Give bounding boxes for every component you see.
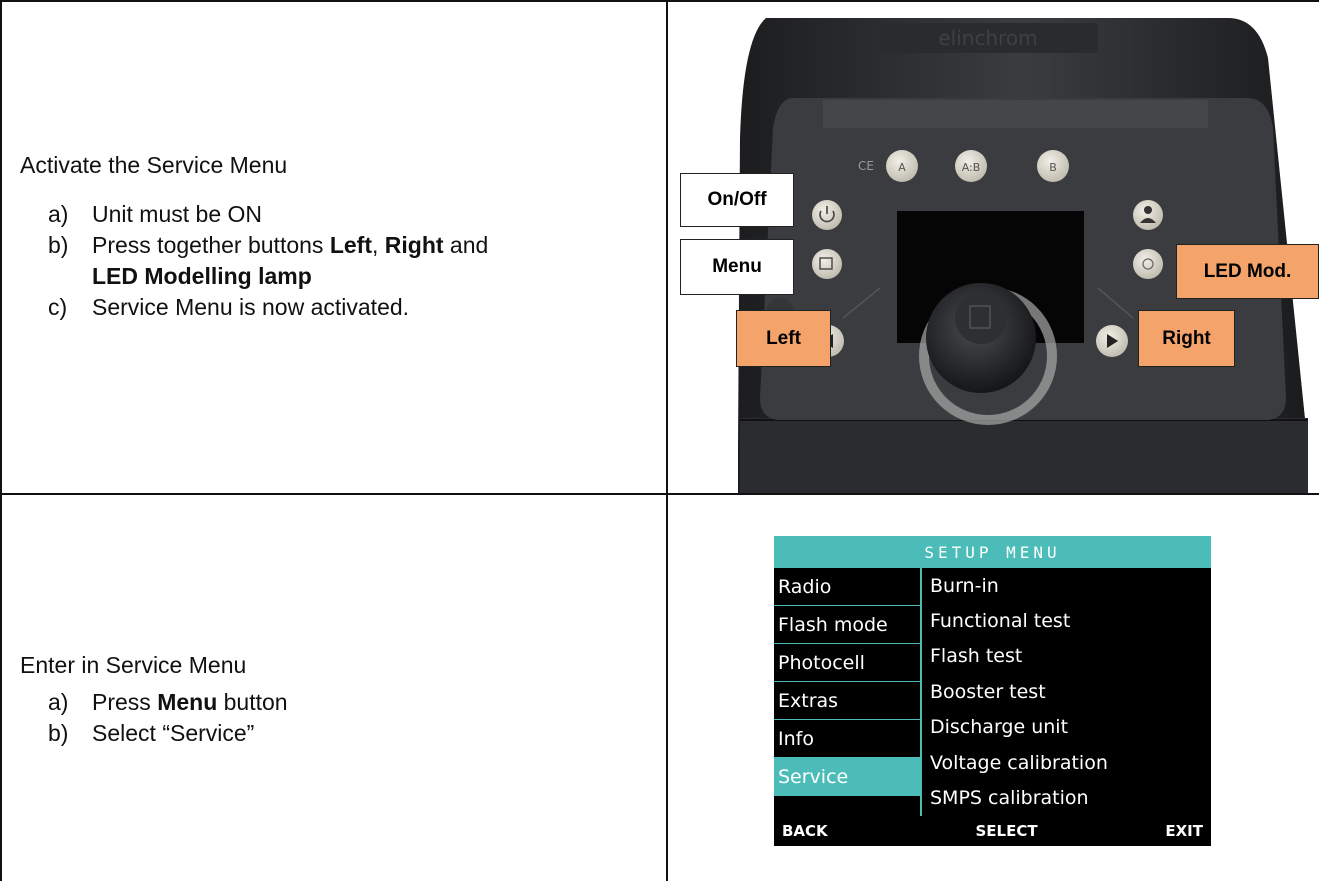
svg-text:A: A bbox=[898, 161, 906, 174]
brand-text: elinchrom bbox=[938, 26, 1037, 50]
step1-text: Activate the Service Menu a) Unit must b… bbox=[20, 150, 650, 323]
label-right: Right bbox=[1138, 310, 1235, 367]
table-mid-border bbox=[0, 493, 1319, 495]
menu-divider bbox=[920, 568, 922, 816]
list-label: a) bbox=[48, 201, 69, 227]
text-run: Press bbox=[92, 689, 158, 715]
list-text: Unit must be ON bbox=[92, 201, 262, 227]
step2-item-b: b) Select “Service” bbox=[48, 718, 650, 749]
svg-text:B: B bbox=[1049, 161, 1057, 174]
bold-menu: Menu bbox=[157, 689, 218, 715]
label-led-mod: LED Mod. bbox=[1176, 244, 1319, 299]
list-label: c) bbox=[48, 294, 68, 320]
service-option-list: Burn-in Functional test Flash test Boost… bbox=[930, 568, 1210, 816]
step1-list: a) Unit must be ON b) Press together but… bbox=[20, 199, 650, 323]
option-functional-test[interactable]: Functional test bbox=[930, 603, 1210, 638]
option-smps-calibration[interactable]: SMPS calibration bbox=[930, 780, 1210, 815]
label-on-off: On/Off bbox=[680, 173, 794, 227]
step1-item-c: c) Service Menu is now activated. bbox=[48, 292, 650, 323]
text-run: Press together buttons bbox=[92, 232, 330, 258]
ce-mark: CE bbox=[858, 159, 874, 173]
menu-item-flash-mode[interactable]: Flash mode bbox=[774, 606, 920, 644]
menu-button bbox=[812, 249, 842, 279]
list-text: Service Menu is now activated. bbox=[92, 294, 410, 320]
menu-item-info[interactable]: Info bbox=[774, 720, 920, 758]
device-photo: elinchrom CE A A:B B On/Off Menu LED Mod… bbox=[668, 18, 1319, 493]
step2-heading: Enter in Service Menu bbox=[20, 652, 247, 678]
menu-item-service[interactable]: Service bbox=[774, 758, 920, 796]
option-voltage-calibration[interactable]: Voltage calibration bbox=[930, 745, 1210, 780]
list-text: Press Menu button bbox=[92, 687, 288, 718]
list-label: b) bbox=[48, 720, 69, 746]
label-left: Left bbox=[736, 310, 831, 367]
text-run: , bbox=[371, 232, 385, 258]
bold-right: Right bbox=[384, 232, 444, 258]
menu-item-photocell[interactable]: Photocell bbox=[774, 644, 920, 682]
step1-item-a: a) Unit must be ON bbox=[48, 199, 650, 230]
step2-list: a) Press Menu button b) Select “Service” bbox=[20, 687, 650, 749]
option-burn-in[interactable]: Burn-in bbox=[930, 568, 1210, 603]
menu-category-list: Radio Flash mode Photocell Extras Info S… bbox=[774, 568, 920, 796]
list-text: Press together buttons Left, Right and L… bbox=[92, 230, 488, 292]
text-run: button bbox=[217, 689, 288, 715]
person-button bbox=[1133, 200, 1163, 230]
list-text: Select “Service” bbox=[92, 720, 255, 746]
option-flash-test[interactable]: Flash test bbox=[930, 639, 1210, 674]
svg-text:A:B: A:B bbox=[962, 161, 981, 174]
setup-menu-screen: SETUP MENU Radio Flash mode Photocell Ex… bbox=[774, 536, 1211, 846]
step2-text: Enter in Service Menu a) Press Menu butt… bbox=[20, 650, 650, 749]
step1-heading: Activate the Service Menu bbox=[20, 152, 288, 178]
menu-item-radio[interactable]: Radio bbox=[774, 568, 920, 606]
option-booster-test[interactable]: Booster test bbox=[930, 674, 1210, 709]
select-softkey[interactable]: SELECT bbox=[975, 822, 1037, 840]
table-top-border bbox=[0, 0, 1319, 2]
label-menu: Menu bbox=[680, 239, 794, 295]
step2-item-a: a) Press Menu button bbox=[48, 687, 650, 718]
led-button bbox=[1133, 249, 1163, 279]
exit-softkey[interactable]: EXIT bbox=[1165, 822, 1203, 840]
power-button bbox=[812, 200, 842, 230]
back-softkey[interactable]: BACK bbox=[782, 822, 828, 840]
table-left-border bbox=[0, 0, 2, 881]
menu-footer: BACK SELECT EXIT bbox=[774, 816, 1211, 846]
menu-item-extras[interactable]: Extras bbox=[774, 682, 920, 720]
text-run: and bbox=[443, 232, 489, 258]
list-label: a) bbox=[48, 689, 69, 715]
option-discharge-unit[interactable]: Discharge unit bbox=[930, 710, 1210, 745]
step1-item-b: b) Press together buttons Left, Right an… bbox=[48, 230, 650, 292]
setup-menu-title: SETUP MENU bbox=[774, 536, 1211, 568]
bold-led-lamp: LED Modelling lamp bbox=[92, 263, 312, 289]
list-label: b) bbox=[48, 232, 69, 258]
bold-left: Left bbox=[329, 232, 372, 258]
